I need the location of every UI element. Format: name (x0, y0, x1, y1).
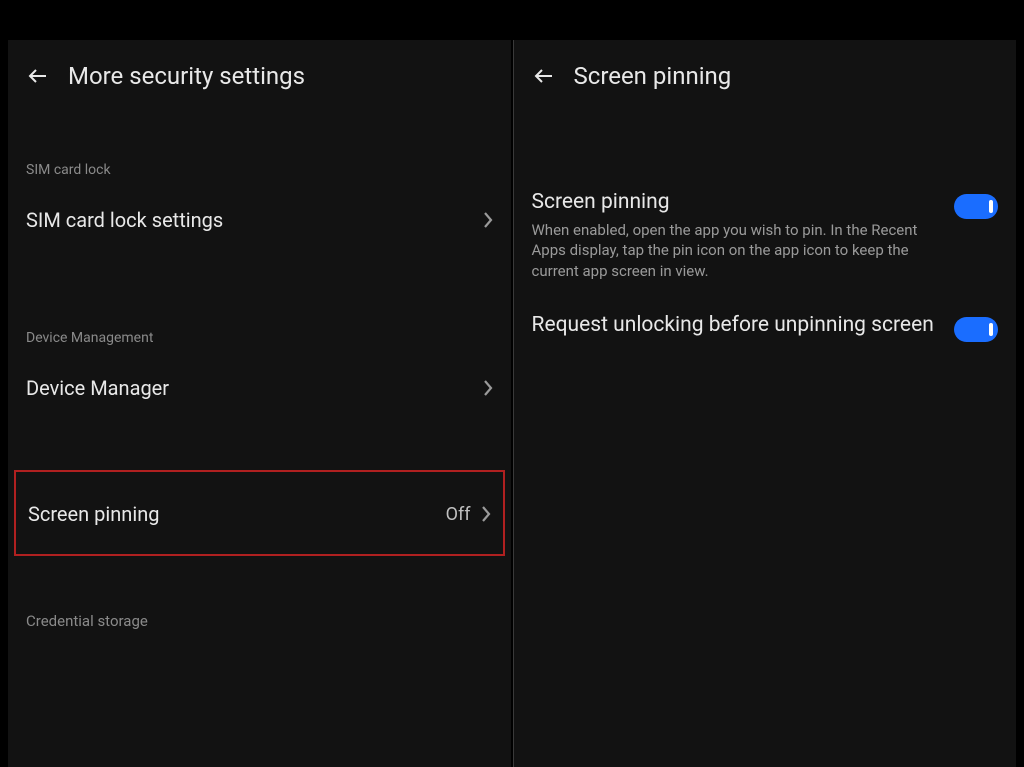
page-title-left: More security settings (68, 62, 305, 90)
chevron-right-icon (481, 505, 491, 523)
screen-pinning-panel: Screen pinning Screen pinning When enabl… (513, 40, 1017, 767)
screen-pinning-setting-row[interactable]: Screen pinning When enabled, open the ap… (514, 178, 1017, 301)
chevron-right-icon (483, 379, 493, 397)
chevron-right-icon (483, 211, 493, 229)
screen-pinning-setting-title: Screen pinning (532, 190, 941, 214)
section-credential-storage: Credential storage (8, 612, 511, 630)
screen-pinning-label: Screen pinning (28, 502, 159, 526)
section-sim-lock: SIM card lock (8, 162, 511, 190)
screen-pinning-row[interactable]: Screen pinning Off (14, 470, 505, 556)
screen-pinning-toggle[interactable] (954, 194, 998, 219)
screen-pinning-value: Off (446, 504, 471, 525)
left-header: More security settings (8, 40, 511, 116)
request-unlock-setting-row[interactable]: Request unlocking before unpinning scree… (514, 301, 1017, 363)
sim-card-lock-label: SIM card lock settings (26, 208, 223, 232)
back-arrow-icon[interactable] (532, 64, 556, 88)
right-header: Screen pinning (514, 40, 1017, 116)
request-unlock-toggle[interactable] (954, 317, 998, 342)
sim-card-lock-settings-row[interactable]: SIM card lock settings (8, 190, 511, 250)
request-unlock-setting-title: Request unlocking before unpinning scree… (532, 313, 941, 337)
device-manager-row[interactable]: Device Manager (8, 358, 511, 418)
page-title-right: Screen pinning (574, 62, 732, 90)
setting-text: Screen pinning When enabled, open the ap… (532, 190, 941, 281)
setting-text: Request unlocking before unpinning scree… (532, 313, 941, 343)
more-security-panel: More security settings SIM card lock SIM… (8, 40, 511, 767)
device-manager-label: Device Manager (26, 376, 169, 400)
screen-pinning-setting-desc: When enabled, open the app you wish to p… (532, 220, 941, 281)
back-arrow-icon[interactable] (26, 64, 50, 88)
section-device-management: Device Management (8, 330, 511, 358)
